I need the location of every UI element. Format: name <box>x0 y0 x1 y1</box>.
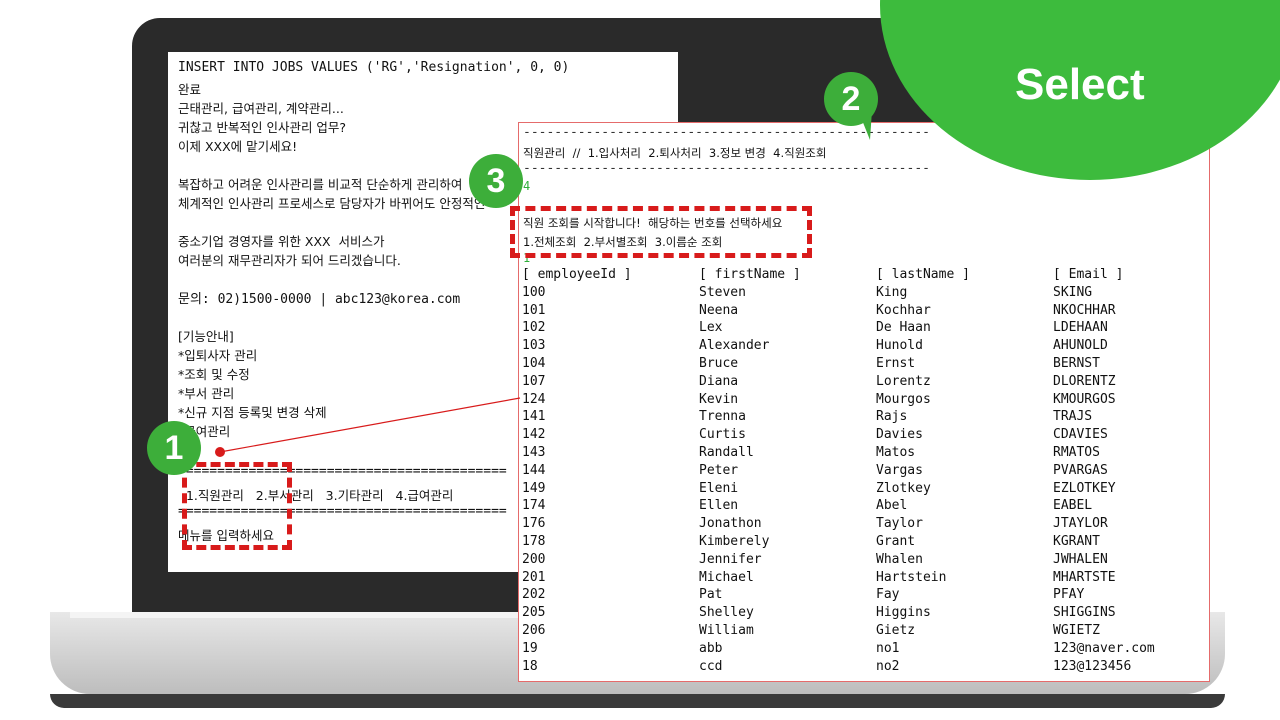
callout-badge-1: 1 <box>147 421 201 475</box>
select-banner-label: Select <box>1015 60 1145 109</box>
highlight-box-menu <box>182 462 292 550</box>
callout-badge-3: 3 <box>469 154 523 208</box>
highlight-box-options <box>510 206 812 258</box>
callout-badge-2: 2 <box>824 72 878 126</box>
